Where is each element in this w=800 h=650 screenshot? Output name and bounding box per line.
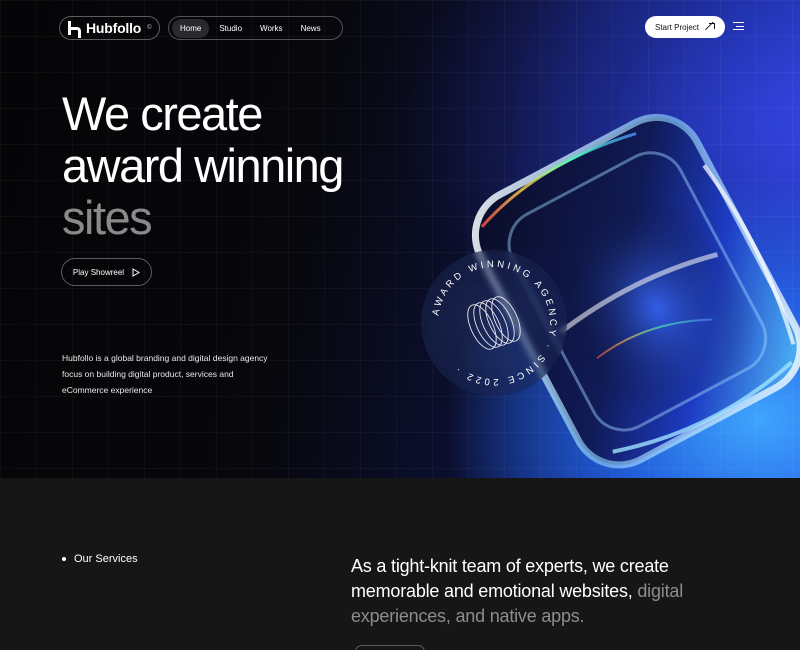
hero-description: Hubfollo is a global branding and digita… xyxy=(62,353,268,395)
bullet-dot-icon xyxy=(62,557,66,561)
play-icon xyxy=(132,267,141,277)
showreel-label: Play Showreel xyxy=(72,267,125,277)
headline-line-2: award winning xyxy=(62,139,344,192)
headline-line-3: sites xyxy=(62,191,153,244)
partial-button[interactable] xyxy=(355,645,425,650)
brand-sup: © xyxy=(147,25,152,31)
logo-mark-icon xyxy=(67,21,81,38)
start-project-button[interactable]: Start Project xyxy=(645,16,725,38)
headline-line-1: We create xyxy=(62,87,263,140)
nav-item-works[interactable]: Works xyxy=(252,19,291,38)
nav-item-studio[interactable]: Studio xyxy=(211,19,250,38)
our-services-label: Our Services xyxy=(62,553,138,565)
start-project-label: Start Project xyxy=(654,22,699,32)
badge-text: AWARD WINNING AGENCY · SINCE 2022 · xyxy=(430,259,555,387)
svg-text:AWARD WINNING AGENCY · SINCE 2: AWARD WINNING AGENCY · SINCE 2022 · xyxy=(430,259,558,387)
nav-item-home[interactable]: Home xyxy=(172,18,210,38)
hero-section: AWARD WINNING AGENCY · SINCE 2022 · Hubf… xyxy=(0,0,800,478)
nav-item-news[interactable]: News xyxy=(293,19,329,38)
play-showreel-button[interactable]: Play Showreel xyxy=(61,258,152,286)
services-label-text: Our Services xyxy=(74,553,138,565)
tagline-main: As a tight-knit team of experts, we crea… xyxy=(351,556,669,601)
hero-headline: We create award winning sites xyxy=(62,87,344,244)
services-tagline: As a tight-knit team of experts, we crea… xyxy=(351,554,731,629)
hamburger-menu-icon[interactable] xyxy=(733,22,744,31)
brand-name: Hubfollo xyxy=(86,20,142,36)
award-badge: AWARD WINNING AGENCY · SINCE 2022 · xyxy=(421,250,567,396)
arrow-up-right-icon xyxy=(706,22,715,32)
spiral-rings-icon xyxy=(467,296,521,350)
main-nav: Home Studio Works News xyxy=(168,16,343,40)
brand-logo[interactable]: Hubfollo © xyxy=(59,16,160,40)
